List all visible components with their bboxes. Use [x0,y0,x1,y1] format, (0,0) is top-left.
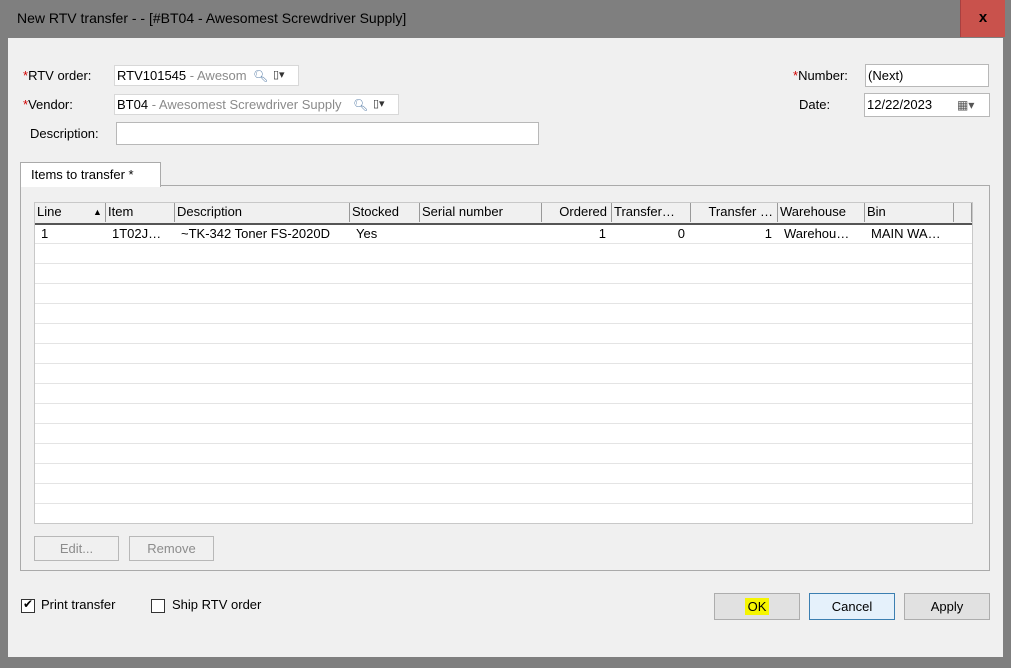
col-warehouse[interactable]: Warehouse [778,203,865,222]
empty-row [35,364,972,384]
empty-row [35,404,972,424]
col-line[interactable]: Line ▲ [35,203,106,222]
vendor-menu-icon[interactable]: ▯▾ [373,95,385,114]
date-label: Date: [799,97,831,112]
dialog-body: *RTV order: RTV101545 - Awesom 🔍︎ ▯▾ *Ve… [8,38,1003,657]
window-title: New RTV transfer - - [#BT04 - Awesomest … [17,10,407,26]
sort-asc-icon: ▲ [93,207,102,217]
col-description[interactable]: Description [175,203,350,222]
ship-rtv-label: Ship RTV order [172,597,262,612]
ship-rtv-checkbox[interactable] [151,599,165,613]
vendor-lookup-icon[interactable]: 🔍︎ [353,96,368,114]
cell-description: ~TK-342 Toner FS-2020D [181,226,330,241]
ok-button[interactable]: OK [714,593,800,620]
vendor-value: BT04 [117,97,149,112]
rtv-order-lookup-icon[interactable]: 🔍︎ [253,67,268,85]
col-ordered[interactable]: Ordered [542,203,612,222]
empty-row [35,344,972,364]
tab-items-to-transfer[interactable]: Items to transfer * [20,162,161,187]
empty-row [35,444,972,464]
description-label: Description: [30,126,99,141]
empty-row [35,484,972,504]
empty-row [35,244,972,264]
print-transfer-label: Print transfer [41,597,116,612]
edit-button[interactable]: Edit... [34,536,119,561]
vendor-field[interactable]: BT04 - Awesomest Screwdriver Supply 🔍︎ ▯… [114,94,399,115]
vendor-label: *Vendor: [23,97,73,112]
cell-stocked: Yes [356,226,378,241]
cell-warehouse: Warehou… [784,226,850,241]
grid-rows: 1 1T02J… ~TK-342 Toner FS-2020D Yes 1 0 … [35,224,972,523]
col-transfer[interactable]: Transfer … [691,203,778,222]
table-row[interactable]: 1 1T02J… ~TK-342 Toner FS-2020D Yes 1 0 … [35,224,972,244]
cell-item: 1T02J… [112,226,162,241]
empty-row [35,504,972,523]
col-item[interactable]: Item [106,203,175,222]
number-label: *Number: [793,68,848,83]
empty-row [35,384,972,404]
rtv-order-field[interactable]: RTV101545 - Awesom 🔍︎ ▯▾ [114,65,299,86]
empty-row [35,284,972,304]
date-value: 12/22/2023 [867,97,933,112]
col-serial-number[interactable]: Serial number [420,203,542,222]
cancel-button[interactable]: Cancel [809,593,895,620]
col-transferred[interactable]: Transfer… [612,203,691,222]
empty-row [35,464,972,484]
rtv-order-desc: - Awesom [186,68,247,83]
cell-ordered: 1 [598,226,606,241]
vendor-desc: - Awesomest Screwdriver Supply [148,97,342,112]
cell-bin: MAIN WA… [871,226,941,241]
remove-button[interactable]: Remove [129,536,214,561]
window-bottom-border [0,657,1011,668]
cell-line: 1 [41,226,49,241]
description-input[interactable] [116,122,539,145]
col-stocked[interactable]: Stocked [350,203,420,222]
empty-row [35,304,972,324]
rtv-transfer-window: New RTV transfer - - [#BT04 - Awesomest … [0,0,1011,668]
cell-transferred: 0 [677,226,685,241]
grid-header: Line ▲ Item Description Stocked Serial nu… [35,203,972,225]
empty-row [35,424,972,444]
ok-label: OK [744,598,770,615]
col-bin[interactable]: Bin [865,203,954,222]
cell-transfer: 1 [764,226,772,241]
empty-row [35,324,972,344]
col-spacer [954,203,972,222]
rtv-order-label: *RTV order: [23,68,92,83]
print-transfer-checkbox[interactable] [21,597,35,613]
apply-button[interactable]: Apply [904,593,990,620]
items-grid[interactable]: Line ▲ Item Description Stocked Serial nu… [34,202,973,524]
cell-serial [420,224,542,243]
close-button[interactable]: x [960,0,1005,37]
empty-row [35,264,972,284]
number-input[interactable]: (Next) [865,64,989,87]
items-panel: Line ▲ Item Description Stocked Serial nu… [20,185,990,571]
calendar-icon[interactable]: ▦▾ [957,94,974,116]
title-bar[interactable]: New RTV transfer - - [#BT04 - Awesomest … [0,0,1011,37]
date-picker[interactable]: 12/22/2023 ▦▾ [864,93,990,117]
rtv-order-value: RTV101545 [117,68,187,83]
rtv-order-menu-icon[interactable]: ▯▾ [273,66,285,85]
